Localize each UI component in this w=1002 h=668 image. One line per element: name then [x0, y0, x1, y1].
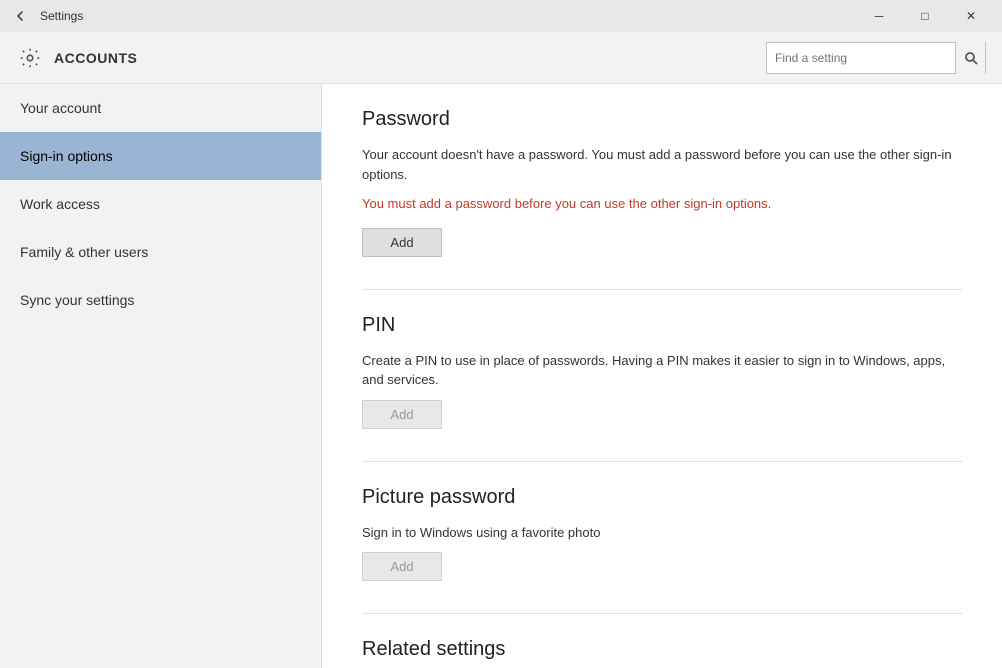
search-input[interactable]: [767, 51, 955, 65]
search-box[interactable]: [766, 42, 986, 74]
back-button[interactable]: [8, 4, 32, 28]
picture-password-section: Picture password Sign in to Windows usin…: [362, 486, 962, 582]
sidebar-item-family-other-users[interactable]: Family & other users: [0, 228, 321, 276]
picture-password-add-button[interactable]: Add: [362, 552, 442, 581]
password-title: Password: [362, 108, 962, 131]
sidebar-item-sync-settings[interactable]: Sync your settings: [0, 276, 321, 324]
main-layout: Your account Sign-in options Work access…: [0, 84, 1002, 668]
header-title: ACCOUNTS: [54, 50, 766, 66]
sidebar: Your account Sign-in options Work access…: [0, 84, 322, 668]
content-area: Password Your account doesn't have a pas…: [322, 84, 1002, 668]
password-section: Password Your account doesn't have a pas…: [362, 108, 962, 257]
sidebar-item-your-account[interactable]: Your account: [0, 84, 321, 132]
related-settings-section: Related settings: [362, 638, 962, 661]
pin-section: PIN Create a PIN to use in place of pass…: [362, 314, 962, 429]
title-bar: Settings ─ □ ✕: [0, 0, 1002, 32]
divider-2: [362, 461, 962, 462]
pin-title: PIN: [362, 314, 962, 337]
sidebar-item-sign-in-options[interactable]: Sign-in options: [0, 132, 321, 180]
related-settings-title: Related settings: [362, 638, 962, 661]
maximize-button[interactable]: □: [902, 0, 948, 32]
accounts-icon: [16, 44, 44, 72]
window-controls: ─ □ ✕: [856, 0, 994, 32]
sidebar-item-work-access[interactable]: Work access: [0, 180, 321, 228]
password-description: Your account doesn't have a password. Yo…: [362, 145, 962, 184]
picture-password-description: Sign in to Windows using a favorite phot…: [362, 523, 962, 543]
search-icon[interactable]: [955, 42, 985, 74]
divider-3: [362, 613, 962, 614]
minimize-button[interactable]: ─: [856, 0, 902, 32]
password-warning: You must add a password before you can u…: [362, 194, 962, 214]
pin-description: Create a PIN to use in place of password…: [362, 351, 962, 390]
picture-password-title: Picture password: [362, 486, 962, 509]
password-add-button[interactable]: Add: [362, 228, 442, 257]
header-bar: ACCOUNTS: [0, 32, 1002, 84]
divider-1: [362, 289, 962, 290]
close-button[interactable]: ✕: [948, 0, 994, 32]
window-title: Settings: [40, 9, 856, 23]
pin-add-button[interactable]: Add: [362, 400, 442, 429]
